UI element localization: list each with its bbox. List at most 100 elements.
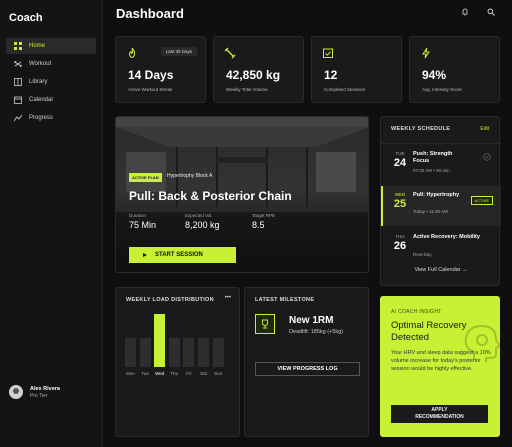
sidebar-item-label: Calendar: [29, 97, 54, 103]
stat-label: Weekly Total Volume: [226, 87, 268, 92]
load-day-label: Mon: [126, 371, 135, 376]
schedule-item-active[interactable]: WED 25 Pull: Hypertrophy Today • 11:30 A…: [381, 186, 501, 226]
user-profile[interactable]: Alex Rivera Pro Tier: [9, 385, 60, 399]
calendar-icon: [13, 95, 23, 105]
schedule-date: 25: [393, 198, 407, 210]
start-session-label: START SESSION: [155, 252, 203, 258]
stat-card-sessions: 12 Completed Sessions: [311, 36, 402, 103]
sidebar-item-calendar[interactable]: Calendar: [6, 92, 96, 108]
card-title: LATEST MILESTONE: [255, 297, 315, 303]
apply-label-line1: APPLY: [431, 407, 448, 413]
stat-card-volume: 42,850 kg Weekly Total Volume: [213, 36, 304, 103]
brand-logo: Coach: [9, 12, 43, 24]
metric-value: 75 Min: [129, 220, 157, 230]
date-range-pill[interactable]: Last 30 Days: [160, 47, 197, 56]
sidebar-item-label: Library: [29, 79, 48, 85]
more-menu-icon[interactable]: •••: [225, 295, 231, 301]
bell-icon[interactable]: [460, 7, 470, 17]
load-bar: [154, 314, 166, 367]
start-session-button[interactable]: START SESSION: [129, 247, 236, 263]
sidebar-item-workout[interactable]: Workout: [6, 56, 96, 72]
schedule-day: THU: [395, 234, 405, 239]
grid-icon: [13, 41, 23, 51]
play-icon: [143, 253, 147, 257]
sidebar-item-home[interactable]: Home: [6, 38, 96, 54]
schedule-name: Push: Strength Focus: [413, 151, 453, 164]
sidebar-item-label: Home: [29, 43, 46, 49]
stat-card-intensity: 94% Avg. Intensity Score: [409, 36, 500, 103]
trending-icon: [13, 113, 23, 123]
metric-volume: Expected Vol. 8,200 kg: [185, 213, 220, 230]
page-title: Dashboard: [116, 6, 184, 21]
milestone-value: New 1RM: [289, 315, 334, 326]
stat-value: 42,850 kg: [226, 68, 281, 82]
apply-recommendation-button[interactable]: APPLY RECOMMENDATION: [391, 405, 488, 423]
schedule-name: Active Recovery: Mobility: [413, 234, 480, 240]
schedule-time: Today • 11:30 AM: [413, 209, 448, 214]
metric-value: 8,200 kg: [185, 220, 220, 230]
apply-label-line2: RECOMMENDATION: [415, 414, 464, 420]
schedule-day: TUE: [395, 151, 405, 156]
schedule-time: 07:00 AM • 90 min: [413, 168, 450, 173]
metric-value: 8.5: [252, 220, 265, 230]
schedule-date: 26: [393, 240, 407, 252]
user-tier: Pro Tier: [30, 392, 48, 399]
schedule-item[interactable]: THU 26 Active Recovery: Mobility Rest Da…: [381, 228, 501, 268]
load-bar: [212, 338, 224, 367]
load-day-label: Tue: [141, 371, 149, 376]
stat-label: Avg. Intensity Score: [422, 87, 462, 92]
active-plan-badge: ACTIVE PLAN: [129, 173, 162, 182]
coach-label: AI COACH INSIGHT: [391, 309, 442, 315]
metric-label: Target RPE: [252, 213, 276, 218]
dumbbell-icon: [13, 59, 23, 69]
view-calendar-link[interactable]: View Full Calendar →: [381, 267, 501, 273]
load-bar: [168, 338, 180, 367]
search-icon[interactable]: [486, 7, 496, 17]
flame-icon: [126, 46, 138, 59]
load-bar: [183, 338, 195, 367]
bolt-icon: [420, 46, 432, 59]
view-progress-log-button[interactable]: VIEW PROGRESS LOG: [255, 362, 360, 376]
stat-value: 94%: [422, 68, 447, 82]
milestone-card: LATEST MILESTONE New 1RM Deadlift: 185kg…: [244, 287, 369, 437]
coach-title: Optimal Recovery Detected: [391, 320, 467, 343]
trophy-icon: [255, 314, 275, 334]
schedule-time: Rest Day: [413, 252, 432, 257]
stat-value: 14 Days: [128, 68, 174, 82]
sidebar-item-library[interactable]: Library: [6, 74, 96, 90]
book-icon: [13, 77, 23, 87]
check-circle-icon: [483, 153, 491, 161]
divider: [381, 143, 501, 144]
load-bar: [139, 338, 151, 367]
load-bar: [125, 338, 136, 367]
milestone-detail: Deadlift: 185kg (+5kg): [289, 329, 343, 335]
stat-value: 12: [324, 68, 338, 82]
edit-schedule-link[interactable]: Edit: [480, 126, 489, 132]
schedule-date: 24: [393, 157, 407, 169]
sidebar-item-label: Workout: [29, 61, 52, 67]
weekly-schedule-card: WEEKLY SCHEDULE Edit TUE 24 Push: Streng…: [380, 116, 501, 286]
stat-card-streak: Last 30 Days 14 Days Active Workout Stre…: [115, 36, 206, 103]
program-name: Hypertrophy Block A: [167, 173, 213, 179]
load-day-label: Sun: [214, 371, 223, 376]
ai-coach-card: AI COACH INSIGHT Optimal Recovery Detect…: [380, 296, 500, 437]
sidebar-item-label: Progress: [29, 115, 54, 121]
load-bar: [198, 338, 209, 367]
stat-label: Active Workout Streak: [128, 87, 173, 92]
load-day-label: Sat: [200, 371, 207, 376]
metric-duration: Duration 75 Min: [129, 213, 156, 230]
card-title: WEEKLY LOAD DISTRIBUTION: [126, 297, 214, 303]
coach-body: Your HRV and sleep data suggest a 10% vo…: [391, 350, 491, 372]
load-day-label: Thu: [170, 371, 179, 376]
user-name: Alex Rivera: [30, 385, 60, 392]
stat-label: Completed Sessions: [324, 87, 366, 92]
sidebar-item-progress[interactable]: Progress: [6, 110, 96, 126]
schedule-item[interactable]: TUE 24 Push: Strength Focus 07:00 AM • 9…: [381, 145, 501, 185]
load-day-label: Wed: [155, 371, 165, 376]
metric-rpe: Target RPE 8.5: [252, 213, 275, 230]
card-title: WEEKLY SCHEDULE: [391, 126, 451, 132]
metric-label: Duration: [129, 213, 147, 218]
workout-title: Pull: Back & Posterior Chain: [129, 189, 292, 203]
sidebar-nav: Home Workout Library Calendar Progress: [6, 38, 96, 128]
schedule-name: Pull: Hypertrophy: [413, 192, 460, 198]
